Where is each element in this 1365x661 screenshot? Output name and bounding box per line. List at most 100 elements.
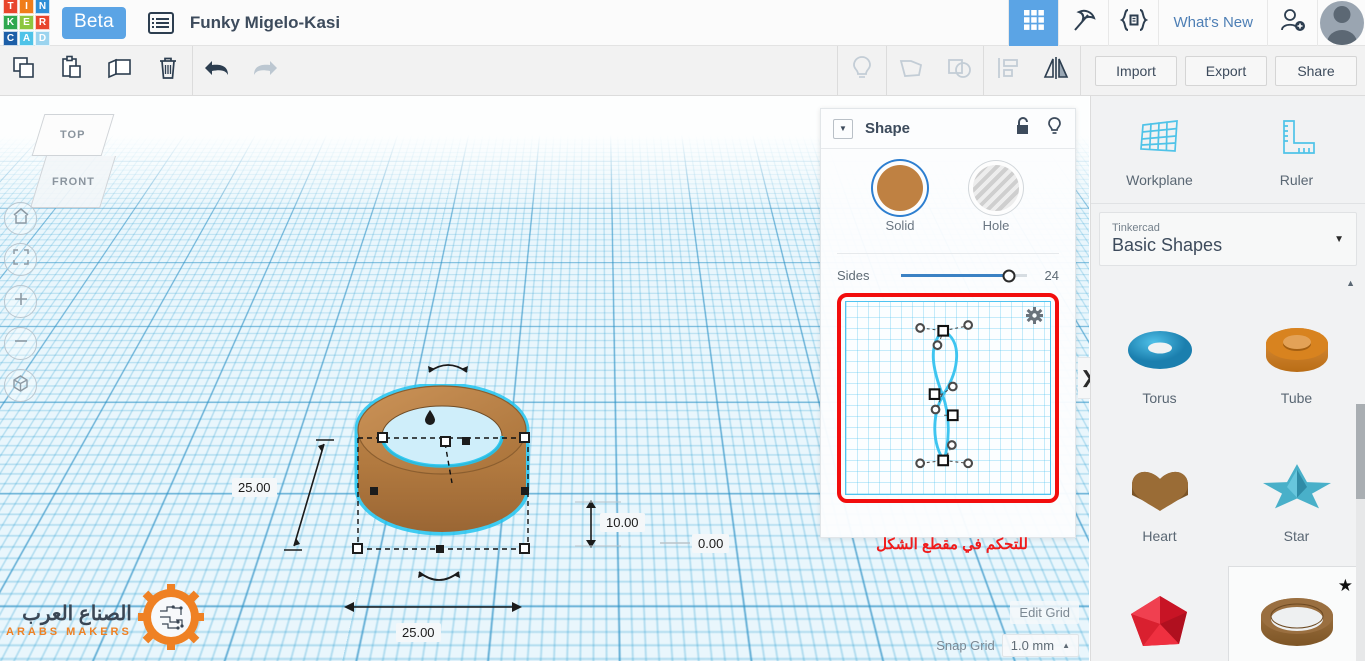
delete-button[interactable] <box>144 46 192 96</box>
home-view-button[interactable] <box>4 202 37 235</box>
collection-name: Basic Shapes <box>1112 235 1223 255</box>
lightbulb-icon[interactable] <box>1046 116 1063 141</box>
sides-label: Sides <box>837 268 870 283</box>
arabic-annotation: للتحكم في مقطع الشكل <box>876 536 1028 553</box>
profile-editor-highlight <box>837 293 1059 503</box>
snap-grid-select[interactable]: 1.0 mm ▲ <box>1001 634 1079 657</box>
group-button[interactable] <box>887 46 935 96</box>
tinkercad-logo[interactable]: T I N K E R C A D <box>3 0 50 46</box>
codeblocks-button[interactable] <box>1108 0 1158 46</box>
shape-item-icosahedron[interactable]: Icosahedron <box>1091 566 1228 661</box>
chevron-up-icon: ▲ <box>1062 641 1070 650</box>
zoom-out-icon <box>12 332 30 355</box>
align-button[interactable] <box>984 46 1032 96</box>
sides-value[interactable]: 24 <box>1039 268 1059 283</box>
menu-list-icon[interactable] <box>147 11 174 34</box>
resize-handle-top-left[interactable] <box>377 432 388 443</box>
undo-icon <box>202 57 232 84</box>
whats-new-button[interactable]: What's New <box>1158 0 1267 46</box>
scroll-up-icon[interactable]: ▲ <box>1346 278 1355 288</box>
ruler-tool[interactable]: Ruler <box>1228 96 1365 203</box>
sides-control: Sides 24 <box>821 254 1075 283</box>
height-handle[interactable] <box>440 436 451 447</box>
redo-icon <box>250 57 280 84</box>
undo-button[interactable] <box>193 46 241 96</box>
resize-handle-bottom-left[interactable] <box>352 543 363 554</box>
watermark-arabic: الصناع العرب <box>22 603 132 625</box>
gallery-button[interactable] <box>1008 0 1059 46</box>
redo-button[interactable] <box>241 46 289 96</box>
view-cube-front-face[interactable]: FRONT <box>30 156 116 208</box>
profile-curve[interactable] <box>846 302 1050 494</box>
edit-grid-button[interactable]: Edit Grid <box>1010 601 1079 624</box>
height-dimension-label[interactable]: 10.00 <box>600 513 645 532</box>
workplane-tool[interactable]: Workplane <box>1091 96 1228 203</box>
workplane-icon <box>1139 117 1181 164</box>
view-cube-top-label: TOP <box>60 129 86 141</box>
favorite-star-icon[interactable]: ★ <box>1338 576 1353 596</box>
resize-handle-top-right[interactable] <box>519 432 530 443</box>
add-person-button[interactable] <box>1267 0 1317 46</box>
document-title[interactable]: Funky Migelo-Kasi <box>190 13 340 33</box>
watermark-text: الصناع العرب ARABS MAKERS <box>6 601 132 638</box>
edge-handle-bottom[interactable] <box>436 545 444 553</box>
lightbulb-button[interactable] <box>838 46 886 96</box>
shape-label: Star <box>1283 528 1310 544</box>
zoom-out-button[interactable] <box>4 327 37 360</box>
edit-toolbar: Import Export Share <box>0 45 1365 96</box>
solid-swatch[interactable] <box>877 165 923 211</box>
hole-material-option[interactable]: Hole <box>973 165 1019 233</box>
view-cube-top-face[interactable]: TOP <box>31 114 115 156</box>
unlock-icon[interactable] <box>1015 116 1032 141</box>
shapes-scrollbar-thumb[interactable] <box>1356 404 1365 499</box>
sides-slider-knob[interactable] <box>1002 269 1016 282</box>
collapse-panel-button[interactable]: ▼ <box>833 118 853 139</box>
edge-handle-right[interactable] <box>521 487 529 495</box>
ruler-icon <box>1276 117 1318 164</box>
gear-icon[interactable] <box>1026 307 1043 329</box>
width-dimension-label[interactable]: 25.00 <box>396 623 441 642</box>
paste-button[interactable] <box>48 46 96 96</box>
view-cube[interactable]: TOP FRONT <box>28 114 124 210</box>
fit-view-button[interactable] <box>4 243 37 276</box>
add-person-icon <box>1279 7 1307 38</box>
logo-tile: A <box>19 31 34 46</box>
shape-item-torus[interactable]: Torus <box>1091 290 1228 428</box>
pickaxe-icon <box>1070 6 1098 39</box>
code-brackets-icon <box>1119 7 1149 38</box>
resize-handle-bottom-right[interactable] <box>519 543 530 554</box>
sides-slider[interactable] <box>901 269 1027 282</box>
shape-collection-selector[interactable]: Tinkercad Basic Shapes ▼ <box>1099 212 1357 266</box>
export-button[interactable]: Export <box>1185 55 1267 86</box>
mirror-button[interactable] <box>1032 46 1080 96</box>
rotate-handle-bottom[interactable] <box>415 566 463 588</box>
rotate-handle-top[interactable] <box>425 358 471 378</box>
shape-item-star[interactable]: Star <box>1228 428 1365 566</box>
mirror-icon <box>1041 56 1071 85</box>
duplicate-button[interactable] <box>96 46 144 96</box>
arabs-makers-watermark: الصناع العرب ARABS MAKERS <box>6 584 204 655</box>
beta-badge[interactable]: Beta <box>62 6 126 39</box>
solid-material-option[interactable]: Solid <box>877 165 923 233</box>
zoom-in-button[interactable] <box>4 285 37 318</box>
tinker-button[interactable] <box>1058 0 1108 46</box>
shape-item-tube[interactable]: Tube <box>1228 290 1365 428</box>
ungroup-button[interactable] <box>935 46 983 96</box>
shape-label: Torus <box>1142 390 1177 406</box>
elevation-dimension-label[interactable]: 0.00 <box>692 534 730 553</box>
perspective-toggle-button[interactable] <box>4 369 37 402</box>
copy-button[interactable] <box>0 46 48 96</box>
import-button[interactable]: Import <box>1095 55 1177 86</box>
shape-item-heart[interactable]: Heart <box>1091 428 1228 566</box>
share-button[interactable]: Share <box>1275 55 1357 86</box>
depth-dimension-arrow <box>284 439 334 551</box>
profile-editor[interactable] <box>845 301 1051 495</box>
edge-handle-top[interactable] <box>462 437 470 445</box>
hole-swatch[interactable] <box>973 165 1019 211</box>
depth-dimension-label[interactable]: 25.00 <box>232 478 277 497</box>
user-menu-button[interactable] <box>1317 0 1365 46</box>
shapes-list[interactable]: ▲ Torus Tube Heart Star ★ <box>1091 274 1365 661</box>
edge-handle-left[interactable] <box>370 487 378 495</box>
shape-item-ring[interactable]: ★ Ring <box>1228 566 1365 661</box>
shape-label: Tube <box>1280 390 1313 406</box>
